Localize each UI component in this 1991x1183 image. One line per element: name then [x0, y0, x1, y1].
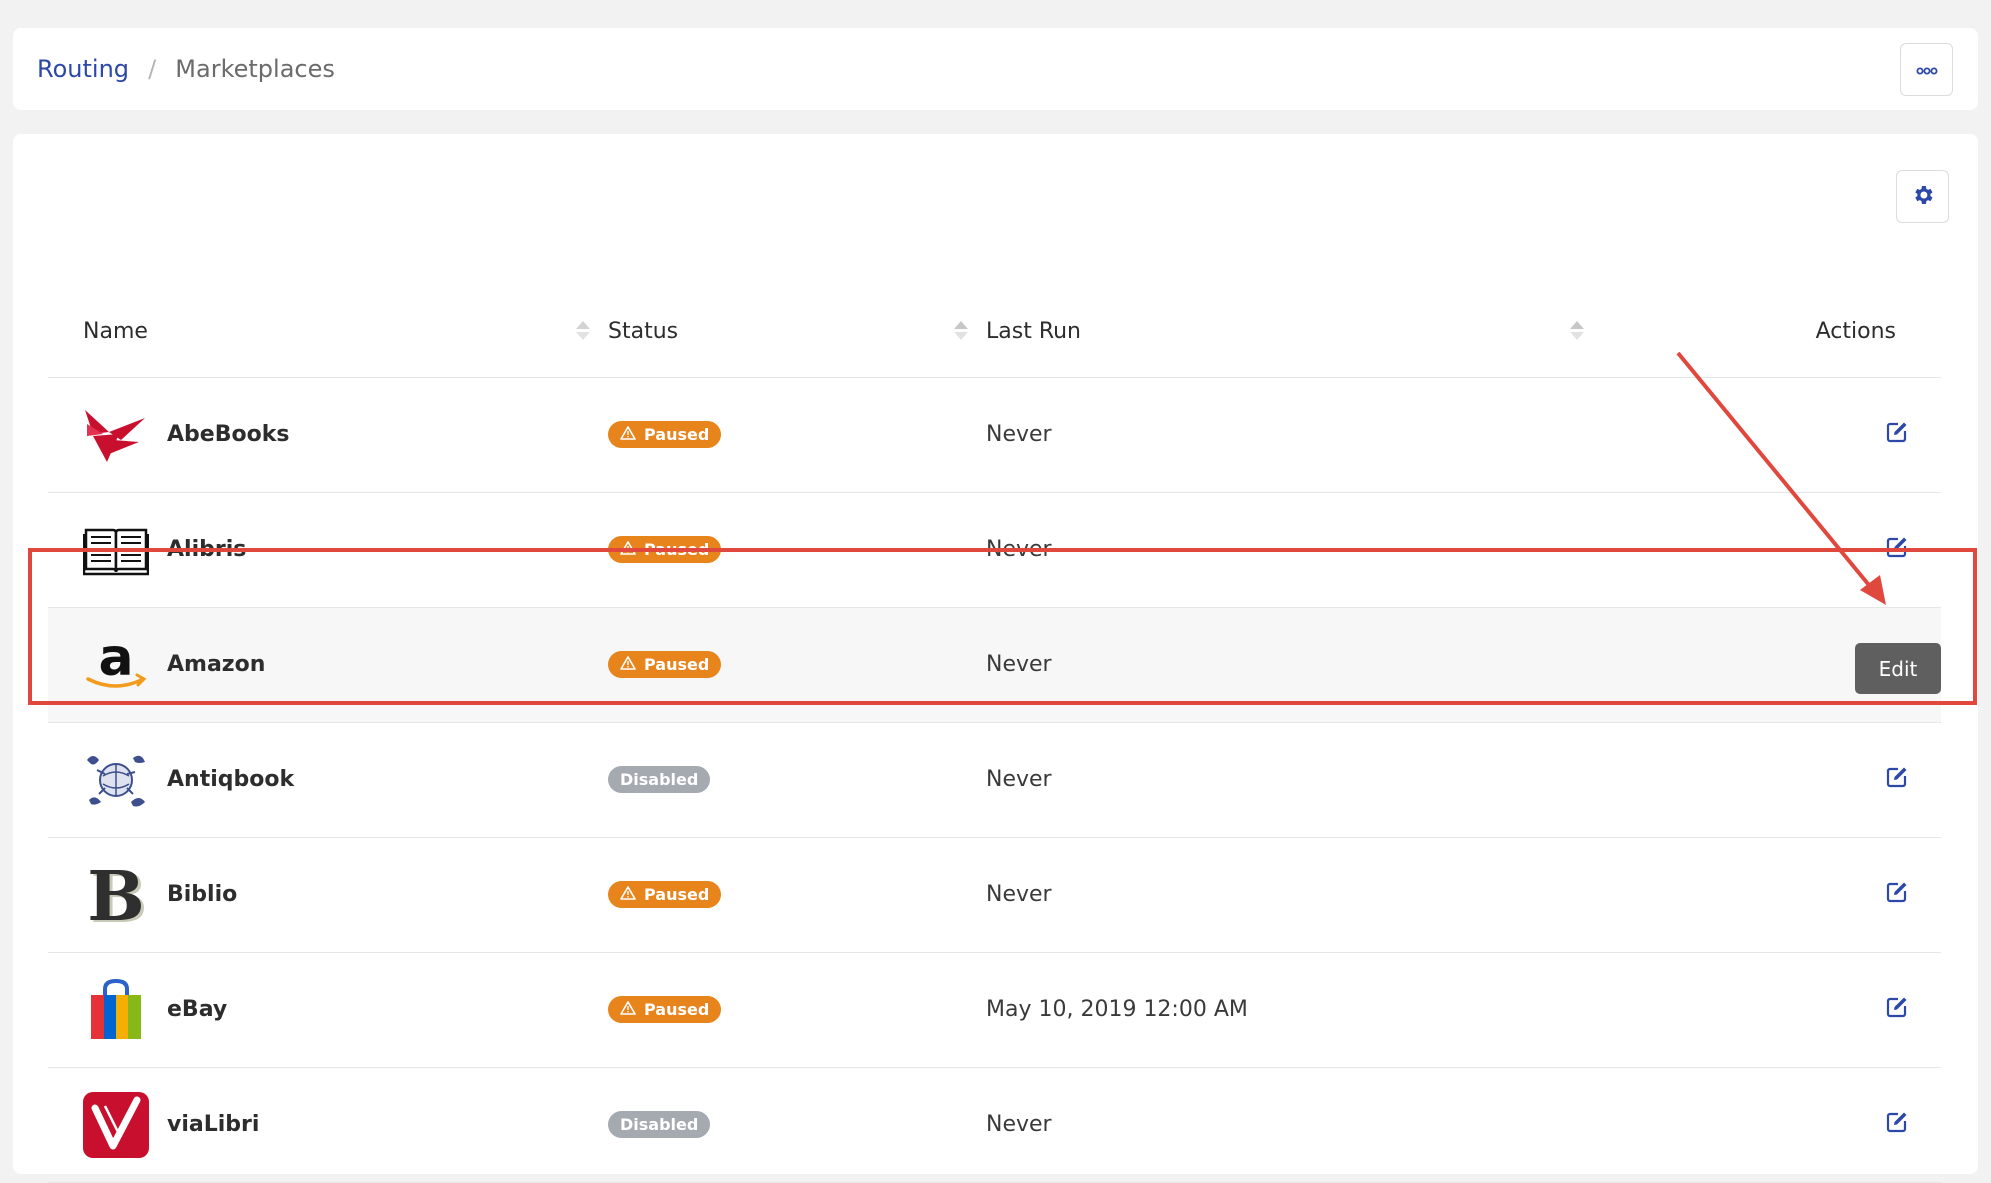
- column-header-actions-label: Actions: [1815, 319, 1896, 345]
- column-header-actions: Actions: [1602, 269, 1941, 378]
- last-run-value: Never: [986, 652, 1052, 677]
- status-badge: Paused: [608, 881, 722, 908]
- marketplace-name: viaLibri: [167, 1112, 260, 1137]
- column-header-name[interactable]: Name: [48, 269, 608, 378]
- status-badge: Paused: [608, 421, 722, 448]
- warning-icon: [620, 425, 636, 444]
- table-row: viaLibri Disabled Never: [48, 1067, 1941, 1182]
- abebooks-logo-icon: [83, 402, 149, 468]
- edit-button[interactable]: [1885, 420, 1909, 450]
- edit-button[interactable]: [1885, 995, 1909, 1025]
- table-row: AbeBooks Paused Never: [48, 377, 1941, 492]
- marketplace-name: Antiqbook: [167, 767, 295, 792]
- table-settings-button[interactable]: [1896, 170, 1949, 223]
- status-badge: Paused: [608, 536, 722, 563]
- column-header-status[interactable]: Status: [608, 269, 986, 378]
- edit-button[interactable]: [1885, 880, 1909, 910]
- status-badge: Disabled: [608, 766, 711, 793]
- vialibri-logo-icon: [83, 1091, 149, 1158]
- status-badge-label: Disabled: [620, 1115, 699, 1134]
- last-run-value: Never: [986, 767, 1052, 792]
- antiqbook-logo-icon: [83, 747, 149, 813]
- svg-text:a: a: [98, 635, 133, 688]
- column-header-name-label: Name: [83, 319, 148, 345]
- marketplace-name: AbeBooks: [167, 422, 290, 447]
- breadcrumb: Routing / Marketplaces: [37, 55, 335, 83]
- last-run-value: Never: [986, 882, 1052, 907]
- status-badge-label: Paused: [644, 885, 710, 904]
- table-row: a Amazon Paused Never: [48, 607, 1941, 722]
- marketplace-name: Amazon: [167, 652, 266, 677]
- marketplace-name: eBay: [167, 997, 228, 1022]
- status-badge: Paused: [608, 651, 722, 678]
- status-badge-label: Paused: [644, 1000, 710, 1019]
- warning-icon: [620, 1000, 636, 1019]
- last-run-value: Never: [986, 422, 1052, 447]
- breadcrumb-routing-link[interactable]: Routing: [37, 55, 129, 83]
- edit-icon: [1885, 880, 1909, 910]
- last-run-value: Never: [986, 1112, 1052, 1137]
- marketplaces-table: Name Status Last Run Actions AbeBooks Pa…: [48, 269, 1941, 1183]
- warning-icon: [620, 655, 636, 674]
- breadcrumb-current: Marketplaces: [175, 55, 335, 83]
- status-badge-label: Paused: [644, 655, 710, 674]
- sort-icon[interactable]: [1570, 320, 1584, 340]
- last-run-value: May 10, 2019 12:00 AM: [986, 997, 1248, 1022]
- warning-icon: [620, 540, 636, 559]
- table-row: eBay Paused May 10, 2019 12:00 AM: [48, 952, 1941, 1067]
- column-header-last-run-label: Last Run: [986, 319, 1082, 345]
- edit-icon: [1885, 995, 1909, 1025]
- status-badge-label: Disabled: [620, 770, 699, 789]
- marketplace-name: Biblio: [167, 882, 238, 907]
- table-row: B B Biblio Paused Never: [48, 837, 1941, 952]
- edit-icon: [1885, 765, 1909, 795]
- status-badge-label: Paused: [644, 425, 710, 444]
- edit-icon: [1885, 535, 1909, 565]
- amazon-logo-icon: a: [83, 632, 149, 698]
- edit-icon: [1885, 1110, 1909, 1140]
- alibris-logo-icon: [83, 517, 149, 583]
- table-row: Alibris Paused Never: [48, 492, 1941, 607]
- breadcrumb-separator: /: [148, 55, 157, 83]
- edit-icon: [1885, 420, 1909, 450]
- svg-text:B: B: [87, 862, 144, 928]
- edit-button[interactable]: [1885, 1110, 1909, 1140]
- table-row: Antiqbook Disabled Never: [48, 722, 1941, 837]
- column-header-status-label: Status: [608, 319, 679, 345]
- gear-icon: [1911, 183, 1935, 211]
- status-badge-label: Paused: [644, 540, 710, 559]
- sort-icon[interactable]: [576, 320, 590, 340]
- status-badge: Disabled: [608, 1111, 711, 1138]
- more-dots-icon: [1916, 60, 1938, 79]
- more-options-button[interactable]: [1900, 43, 1953, 96]
- edit-tooltip: Edit: [1855, 643, 1941, 694]
- sort-icon[interactable]: [954, 320, 968, 340]
- warning-icon: [620, 885, 636, 904]
- ebay-logo-icon: [83, 977, 149, 1043]
- edit-button[interactable]: [1885, 535, 1909, 565]
- edit-button[interactable]: [1885, 765, 1909, 795]
- breadcrumb-bar: Routing / Marketplaces: [13, 28, 1978, 110]
- marketplace-name: Alibris: [167, 537, 247, 562]
- last-run-value: Never: [986, 537, 1052, 562]
- status-badge: Paused: [608, 996, 722, 1023]
- biblio-logo-icon: B B: [83, 862, 149, 928]
- column-header-last-run[interactable]: Last Run: [986, 269, 1602, 378]
- marketplaces-panel: Name Status Last Run Actions AbeBooks Pa…: [13, 134, 1978, 1182]
